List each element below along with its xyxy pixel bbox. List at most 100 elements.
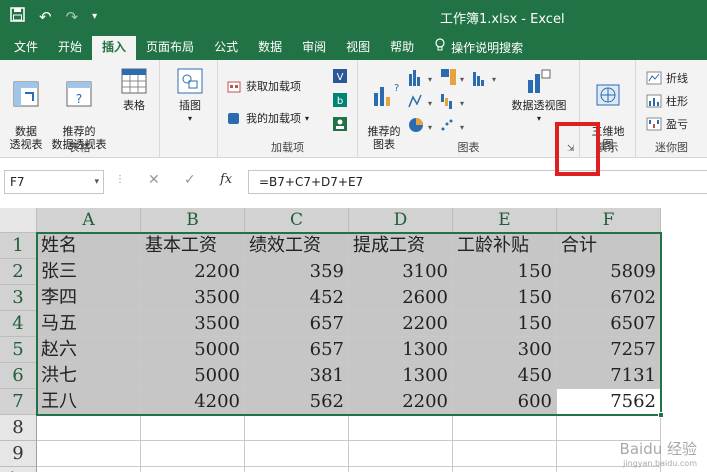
cell-a9[interactable] xyxy=(37,441,141,467)
cell-a4[interactable]: 马五 xyxy=(37,311,141,337)
cell-f4[interactable]: 6507 xyxy=(557,311,661,337)
cell-e8[interactable] xyxy=(453,415,557,441)
worksheet-grid[interactable]: ABCDEF 12345678910 姓名基本工资绩效工资提成工资工龄补贴合计张… xyxy=(0,208,707,472)
cell-f2[interactable]: 5809 xyxy=(557,259,661,285)
cell-d10[interactable] xyxy=(349,467,453,472)
row-header-2[interactable]: 2 xyxy=(0,259,37,285)
cell-e6[interactable]: 450 xyxy=(453,363,557,389)
cell-e10[interactable] xyxy=(453,467,557,472)
cell-b8[interactable] xyxy=(141,415,245,441)
cell-b3[interactable]: 3500 xyxy=(141,285,245,311)
illustrations-button[interactable]: 插图 ▾ xyxy=(172,66,208,125)
cell-a8[interactable] xyxy=(37,415,141,441)
row-header-4[interactable]: 4 xyxy=(0,311,37,337)
column-header-b[interactable]: B xyxy=(141,208,245,233)
cell-a7[interactable]: 王八 xyxy=(37,389,141,415)
sparkline-line-button[interactable]: 折线 xyxy=(646,70,688,86)
cell-b7[interactable]: 4200 xyxy=(141,389,245,415)
cell-c4[interactable]: 657 xyxy=(245,311,349,337)
tab-page-layout[interactable]: 页面布局 xyxy=(136,36,204,60)
cell-c8[interactable] xyxy=(245,415,349,441)
undo-icon[interactable]: ↶ xyxy=(39,7,52,27)
cell-c6[interactable]: 381 xyxy=(245,363,349,389)
people-graph-button[interactable] xyxy=(332,116,348,132)
bing-button[interactable]: b xyxy=(332,92,348,108)
hierarchy-chart-icon[interactable]: ▾ xyxy=(440,68,468,89)
waterfall-chart-icon[interactable]: ▾ xyxy=(440,92,468,113)
tab-formulas[interactable]: 公式 xyxy=(204,36,248,60)
cell-d1[interactable]: 提成工资 xyxy=(349,233,453,259)
cell-e7[interactable]: 600 xyxy=(453,389,557,415)
pie-chart-icon[interactable]: ▾ xyxy=(408,116,436,137)
cell-c1[interactable]: 绩效工资 xyxy=(245,233,349,259)
get-addins-button[interactable]: 获取加载项 xyxy=(226,78,301,94)
cell-f3[interactable]: 6702 xyxy=(557,285,661,311)
cell-b1[interactable]: 基本工资 xyxy=(141,233,245,259)
cell-c2[interactable]: 359 xyxy=(245,259,349,285)
cell-f1[interactable]: 合计 xyxy=(557,233,661,259)
statistic-chart-icon[interactable]: ▾ xyxy=(472,68,500,89)
column-chart-icon[interactable]: ▾ xyxy=(408,68,436,89)
row-header-7[interactable]: 7 xyxy=(0,389,37,415)
formula-bar-splitter[interactable]: ⋮ xyxy=(115,174,125,185)
cell-d8[interactable] xyxy=(349,415,453,441)
cell-e1[interactable]: 工龄补贴 xyxy=(453,233,557,259)
cell-d4[interactable]: 2200 xyxy=(349,311,453,337)
scatter-chart-icon[interactable]: ▾ xyxy=(440,116,468,137)
cell-c7[interactable]: 562 xyxy=(245,389,349,415)
cell-b2[interactable]: 2200 xyxy=(141,259,245,285)
row-header-6[interactable]: 6 xyxy=(0,363,37,389)
column-header-c[interactable]: C xyxy=(245,208,349,233)
pivot-chart-button[interactable]: 数据透视图 ▾ xyxy=(506,66,572,125)
cell-a2[interactable]: 张三 xyxy=(37,259,141,285)
name-box[interactable]: F7 ▾ xyxy=(4,170,104,194)
column-header-f[interactable]: F xyxy=(557,208,661,233)
cell-c9[interactable] xyxy=(245,441,349,467)
row-header-10[interactable]: 10 xyxy=(0,467,37,472)
redo-icon[interactable]: ↷ xyxy=(66,7,79,27)
cell-f5[interactable]: 7257 xyxy=(557,337,661,363)
cell-d6[interactable]: 1300 xyxy=(349,363,453,389)
row-header-5[interactable]: 5 xyxy=(0,337,37,363)
chevron-down-icon[interactable]: ▾ xyxy=(92,7,97,27)
cell-e4[interactable]: 150 xyxy=(453,311,557,337)
cancel-formula-button[interactable]: ✕ xyxy=(148,172,160,188)
formula-input[interactable]: =B7+C7+D7+E7 xyxy=(248,170,707,194)
cell-b9[interactable] xyxy=(141,441,245,467)
enter-formula-button[interactable]: ✓ xyxy=(184,172,196,188)
cell-a3[interactable]: 李四 xyxy=(37,285,141,311)
cell-b6[interactable]: 5000 xyxy=(141,363,245,389)
tab-home[interactable]: 开始 xyxy=(48,36,92,60)
cell-e2[interactable]: 150 xyxy=(453,259,557,285)
column-header-a[interactable]: A xyxy=(37,208,141,233)
table-button[interactable]: 表格 xyxy=(114,66,154,112)
tell-me-search[interactable]: 操作说明搜索 xyxy=(424,36,533,60)
cell-e5[interactable]: 300 xyxy=(453,337,557,363)
sparkline-column-button[interactable]: 柱形 xyxy=(646,93,688,109)
cell-d3[interactable]: 2600 xyxy=(349,285,453,311)
cell-b4[interactable]: 3500 xyxy=(141,311,245,337)
tab-help[interactable]: 帮助 xyxy=(380,36,424,60)
my-addins-button[interactable]: 我的加载项 ▾ xyxy=(226,110,309,126)
row-header-1[interactable]: 1 xyxy=(0,233,37,259)
cell-d9[interactable] xyxy=(349,441,453,467)
select-all-corner[interactable] xyxy=(0,208,37,233)
tab-file[interactable]: 文件 xyxy=(4,36,48,60)
cell-d2[interactable]: 3100 xyxy=(349,259,453,285)
insert-function-button[interactable]: fx xyxy=(220,172,232,187)
tab-view[interactable]: 视图 xyxy=(336,36,380,60)
visio-button[interactable]: V xyxy=(332,68,348,84)
row-header-9[interactable]: 9 xyxy=(0,441,37,467)
cell-d5[interactable]: 1300 xyxy=(349,337,453,363)
cell-c10[interactable] xyxy=(245,467,349,472)
cell-b10[interactable] xyxy=(141,467,245,472)
column-header-e[interactable]: E xyxy=(453,208,557,233)
cell-e9[interactable] xyxy=(453,441,557,467)
cell-f7[interactable]: 7562 xyxy=(557,389,661,415)
save-icon[interactable] xyxy=(10,7,25,27)
cell-a1[interactable]: 姓名 xyxy=(37,233,141,259)
row-header-8[interactable]: 8 xyxy=(0,415,37,441)
cell-a5[interactable]: 赵六 xyxy=(37,337,141,363)
line-chart-icon[interactable]: ▾ xyxy=(408,92,436,113)
tab-data[interactable]: 数据 xyxy=(248,36,292,60)
